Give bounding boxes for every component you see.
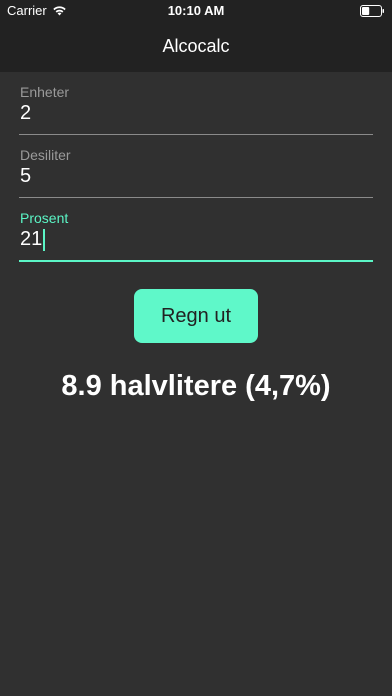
- top-bar: Carrier 10:10 AM Alcocalc: [0, 0, 392, 72]
- app-screen: Carrier 10:10 AM Alcocalc Enheter 2 Desi…: [0, 0, 392, 696]
- percent-input[interactable]: 21: [20, 228, 45, 251]
- battery-icon: [360, 5, 384, 17]
- result-text: 8.9 halvlitere (4,7%): [61, 370, 331, 402]
- deciliters-label: Desiliter: [20, 147, 71, 163]
- status-time: 10:10 AM: [167, 3, 225, 18]
- percent-label: Prosent: [20, 210, 69, 226]
- text-caret: [43, 228, 45, 251]
- percent-underline: [19, 260, 373, 262]
- deciliters-input[interactable]: 5: [20, 165, 31, 188]
- units-input[interactable]: 2: [20, 102, 31, 125]
- status-bar: Carrier 10:10 AM: [0, 0, 392, 22]
- units-label: Enheter: [20, 84, 70, 100]
- calculate-button[interactable]: Regn ut: [134, 289, 258, 343]
- nav-title: Alcocalc: [162, 36, 230, 56]
- percent-input-text: 21: [20, 228, 43, 250]
- units-underline: [19, 134, 373, 135]
- deciliters-underline: [19, 197, 373, 198]
